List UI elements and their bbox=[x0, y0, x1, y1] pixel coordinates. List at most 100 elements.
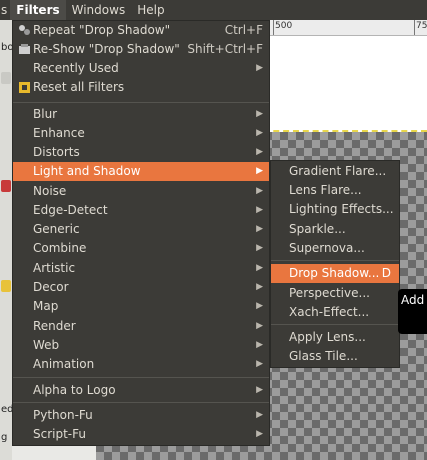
toolbox-panel: bo ed g bbox=[0, 20, 14, 460]
menu-item-edge-detect[interactable]: Edge-Detect ▶ bbox=[13, 201, 269, 220]
menu-item-label: Noise bbox=[33, 184, 67, 198]
submenu-item-drop-shadow[interactable]: Drop Shadow... D bbox=[271, 264, 399, 283]
submenu-arrow-icon: ▶ bbox=[256, 340, 263, 350]
menu-item-map[interactable]: Map ▶ bbox=[13, 297, 269, 316]
menu-item-label: Glass Tile... bbox=[289, 349, 358, 363]
submenu-arrow-icon: ▶ bbox=[256, 166, 263, 176]
submenu-item-xach-effect[interactable]: Xach-Effect... bbox=[271, 303, 399, 322]
submenu-arrow-icon: ▶ bbox=[256, 410, 263, 420]
menu-item-blur[interactable]: Blur ▶ bbox=[13, 105, 269, 124]
menu-item-label: Lighting Effects... bbox=[289, 202, 394, 216]
repeat-icon bbox=[19, 25, 30, 35]
menu-item-label: Script-Fu bbox=[33, 427, 86, 441]
submenu-arrow-icon: ▶ bbox=[256, 128, 263, 138]
menu-item-label: Apply Lens... bbox=[289, 330, 366, 344]
menu-item-artistic[interactable]: Artistic ▶ bbox=[13, 259, 269, 278]
submenu-item-supernova[interactable]: Supernova... bbox=[271, 239, 399, 258]
menubar-item-help[interactable]: Help bbox=[131, 0, 170, 20]
menubar-item-previous[interactable]: s bbox=[0, 0, 10, 20]
submenu-item-lighting-effects[interactable]: Lighting Effects... bbox=[271, 200, 399, 219]
menu-item-label: Xach-Effect... bbox=[289, 305, 370, 319]
submenu-arrow-icon: ▶ bbox=[256, 385, 263, 395]
menubar-item-filters[interactable]: Filters bbox=[10, 0, 66, 20]
submenu-arrow-icon: ▶ bbox=[256, 109, 263, 119]
menu-item-reset-all-filters[interactable]: Reset all Filters bbox=[13, 78, 269, 97]
menu-separator bbox=[271, 260, 399, 261]
submenu-arrow-icon: ▶ bbox=[256, 301, 263, 311]
menu-item-python-fu[interactable]: Python-Fu ▶ bbox=[13, 406, 269, 425]
menu-item-alpha-to-logo[interactable]: Alpha to Logo ▶ bbox=[13, 381, 269, 400]
submenu-arrow-icon: ▶ bbox=[256, 63, 263, 73]
menu-item-label: Reset all Filters bbox=[33, 80, 125, 94]
tool-icon[interactable] bbox=[1, 180, 11, 192]
menu-item-enhance[interactable]: Enhance ▶ bbox=[13, 124, 269, 143]
reset-icon bbox=[19, 82, 30, 93]
menu-item-label: Web bbox=[33, 338, 60, 352]
submenu-arrow-icon: ▶ bbox=[256, 186, 263, 196]
menu-item-label: Python-Fu bbox=[33, 408, 93, 422]
menu-item-animation[interactable]: Animation ▶ bbox=[13, 355, 269, 374]
submenu-item-apply-lens[interactable]: Apply Lens... bbox=[271, 328, 399, 347]
submenu-arrow-icon: ▶ bbox=[256, 205, 263, 215]
menu-separator bbox=[13, 102, 269, 103]
tool-icon[interactable] bbox=[1, 280, 11, 292]
menu-item-reshow[interactable]: Re-Show "Drop Shadow" Shift+Ctrl+F bbox=[13, 40, 269, 59]
menu-item-label: Recently Used bbox=[33, 61, 119, 75]
tool-icon[interactable] bbox=[1, 72, 11, 84]
menu-separator bbox=[13, 402, 269, 403]
menu-item-label: Edge-Detect bbox=[33, 203, 108, 217]
tooltip-text: Add bbox=[401, 293, 425, 307]
menu-item-script-fu[interactable]: Script-Fu ▶ bbox=[13, 425, 269, 444]
menu-item-label: Perspective... bbox=[289, 286, 370, 300]
menubar: s Filters Windows Help bbox=[0, 0, 427, 20]
filters-menu: Repeat "Drop Shadow" Ctrl+F Re-Show "Dro… bbox=[12, 20, 270, 446]
menu-item-label: Enhance bbox=[33, 126, 85, 140]
submenu-arrow-icon: ▶ bbox=[256, 243, 263, 253]
ruler-tick bbox=[414, 20, 415, 35]
submenu-item-lens-flare[interactable]: Lens Flare... bbox=[271, 181, 399, 200]
menu-item-label: Blur bbox=[33, 107, 58, 121]
menu-separator bbox=[13, 377, 269, 378]
toolbox-text-fragment: g bbox=[1, 432, 8, 443]
menu-item-decor[interactable]: Decor ▶ bbox=[13, 278, 269, 297]
menu-item-label: Supernova... bbox=[289, 241, 365, 255]
menu-item-generic[interactable]: Generic ▶ bbox=[13, 220, 269, 239]
menu-item-shortcut: Ctrl+F bbox=[224, 23, 263, 37]
menu-item-label: Decor bbox=[33, 280, 69, 294]
submenu-arrow-icon: ▶ bbox=[256, 321, 263, 331]
menu-item-repeat[interactable]: Repeat "Drop Shadow" Ctrl+F bbox=[13, 21, 269, 40]
menu-item-render[interactable]: Render ▶ bbox=[13, 317, 269, 336]
light-and-shadow-submenu: Gradient Flare... Lens Flare... Lighting… bbox=[270, 160, 400, 368]
submenu-arrow-icon: ▶ bbox=[256, 429, 263, 439]
menu-item-light-and-shadow[interactable]: Light and Shadow ▶ bbox=[13, 162, 269, 181]
submenu-arrow-icon: ▶ bbox=[256, 282, 263, 292]
submenu-item-glass-tile[interactable]: Glass Tile... bbox=[271, 347, 399, 366]
ruler-tick bbox=[273, 20, 274, 35]
menubar-item-windows[interactable]: Windows bbox=[66, 0, 132, 20]
submenu-arrow-icon: ▶ bbox=[256, 263, 263, 273]
menu-item-label: Alpha to Logo bbox=[33, 383, 116, 397]
menu-item-label: Generic bbox=[33, 222, 80, 236]
submenu-item-gradient-flare[interactable]: Gradient Flare... bbox=[271, 162, 399, 181]
submenu-arrow-icon: ▶ bbox=[256, 147, 263, 157]
submenu-item-sparkle[interactable]: Sparkle... bbox=[271, 220, 399, 239]
menu-item-label: Render bbox=[33, 319, 76, 333]
submenu-arrow-icon: ▶ bbox=[256, 224, 263, 234]
reshow-icon bbox=[19, 44, 30, 54]
menu-item-recently-used[interactable]: Recently Used ▶ bbox=[13, 59, 269, 78]
menu-item-web[interactable]: Web ▶ bbox=[13, 336, 269, 355]
menu-item-combine[interactable]: Combine ▶ bbox=[13, 239, 269, 258]
menu-item-label: Animation bbox=[33, 357, 95, 371]
menu-item-label: Gradient Flare... bbox=[289, 164, 387, 178]
menu-item-noise[interactable]: Noise ▶ bbox=[13, 182, 269, 201]
horizontal-ruler[interactable]: 500 750 bbox=[270, 20, 427, 36]
menu-item-label: Sparkle... bbox=[289, 222, 346, 236]
submenu-item-perspective[interactable]: Perspective... bbox=[271, 284, 399, 303]
menu-item-label: Artistic bbox=[33, 261, 76, 275]
menu-item-label: Lens Flare... bbox=[289, 183, 362, 197]
menu-item-label: Light and Shadow bbox=[33, 164, 141, 178]
menu-item-label: Distorts bbox=[33, 145, 80, 159]
menu-item-distorts[interactable]: Distorts ▶ bbox=[13, 143, 269, 162]
tooltip: Add bbox=[398, 289, 427, 334]
menu-item-shortcut: Shift+Ctrl+F bbox=[187, 42, 263, 56]
